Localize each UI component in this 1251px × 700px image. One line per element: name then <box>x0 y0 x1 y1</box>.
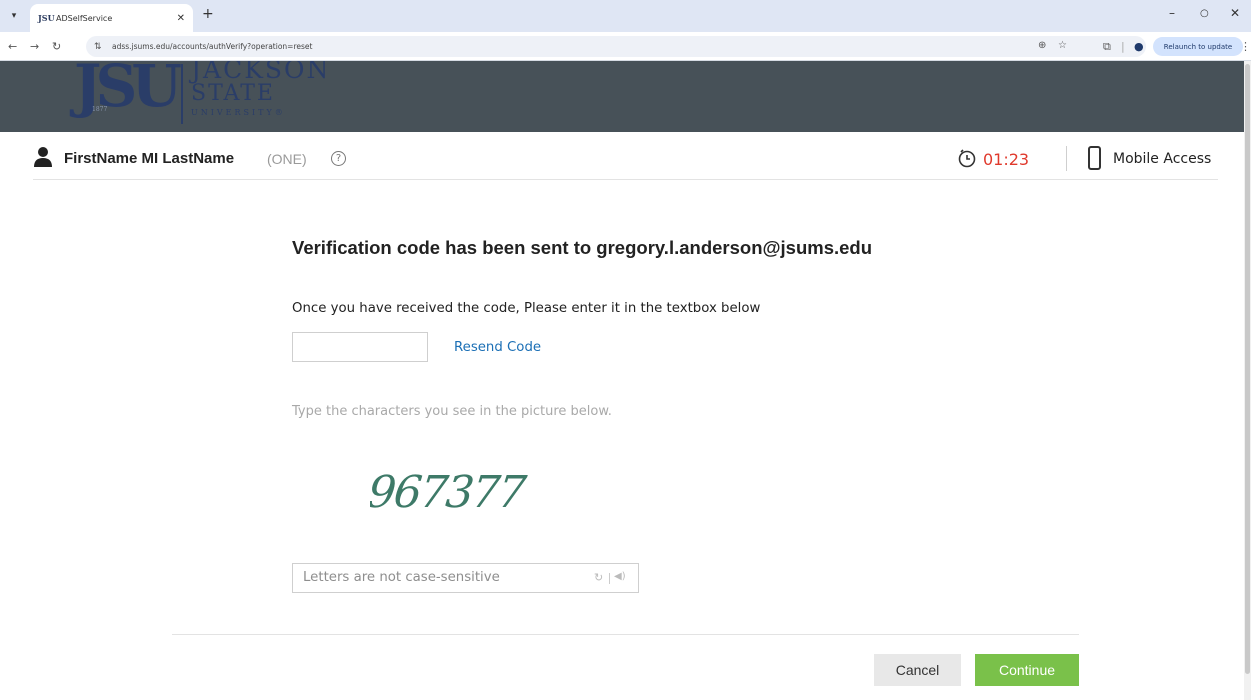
zoom-icon[interactable]: ⊕ <box>1038 40 1046 51</box>
url-field[interactable]: ⇅ adss.jsums.edu/accounts/authVerify?ope… <box>86 36 1146 57</box>
back-icon[interactable]: ← <box>8 40 17 53</box>
browser-tabbar: ▾ JSU ADSelfService ✕ + – ○ ✕ <box>0 0 1251 32</box>
session-timer: 01:23 <box>983 150 1030 169</box>
user-name: FirstName MI LastName <box>64 150 235 167</box>
timer-icon <box>958 149 976 168</box>
user-bar: FirstName MI LastName (ONE) ? 01:23 Mobi… <box>33 143 1218 180</box>
logo-year: 1877 <box>92 106 108 113</box>
site-favicon: JSU <box>38 12 55 23</box>
relaunch-button[interactable]: Relaunch to update <box>1153 37 1243 56</box>
page-title: Verification code has been sent to grego… <box>292 237 873 258</box>
site-info-icon[interactable]: ⇅ <box>94 42 108 52</box>
code-instruction: Once you have received the code, Please … <box>292 301 761 316</box>
refresh-captcha-icon[interactable]: ↻ <box>594 571 603 584</box>
captcha-input[interactable]: Letters are not case-sensitive ↻ ◀) <box>292 563 639 593</box>
captcha-icon-separator <box>609 573 610 584</box>
star-icon[interactable]: ☆ <box>1058 40 1067 51</box>
site-header: JSU 1877 JACKSON STATE UNIVERSITY® <box>0 61 1244 132</box>
minimize-icon[interactable]: – <box>1169 6 1175 20</box>
address-bar: ← → ↻ ⇅ adss.jsums.edu/accounts/authVeri… <box>0 32 1251 61</box>
logo-letters: JSU <box>74 61 182 120</box>
audio-captcha-icon[interactable]: ◀) <box>614 571 626 582</box>
reload-icon[interactable]: ↻ <box>52 40 61 53</box>
resend-code-link[interactable]: Resend Code <box>454 340 541 355</box>
mobile-access-link[interactable]: Mobile Access <box>1113 151 1211 167</box>
captcha-placeholder: Letters are not case-sensitive <box>303 570 500 585</box>
scrollbar-thumb[interactable] <box>1245 64 1250 674</box>
captcha-characters: 967377 <box>370 467 529 518</box>
logo-state: STATE <box>191 81 275 106</box>
tab-title: ADSelfService <box>56 13 113 23</box>
close-icon[interactable]: ✕ <box>177 13 185 24</box>
userbar-separator <box>1066 146 1067 171</box>
window-close-icon[interactable]: ✕ <box>1230 6 1240 20</box>
user-icon <box>34 147 52 167</box>
profile-icon[interactable]: ● <box>1134 40 1144 53</box>
footer-divider <box>172 634 1079 635</box>
captcha-instruction: Type the characters you see in the pictu… <box>292 404 612 419</box>
extensions-icon[interactable]: ⧉ <box>1103 40 1111 54</box>
forward-icon[interactable]: → <box>30 40 39 53</box>
cancel-button[interactable]: Cancel <box>874 654 961 686</box>
new-tab-icon[interactable]: + <box>202 6 214 22</box>
maximize-icon[interactable]: ○ <box>1200 8 1209 19</box>
menu-icon[interactable]: ⋮ <box>1240 40 1251 53</box>
mobile-icon[interactable] <box>1088 146 1101 170</box>
url-text[interactable]: adss.jsums.edu/accounts/authVerify?opera… <box>112 42 312 51</box>
user-domain: (ONE) <box>267 151 307 167</box>
toolbar-separator: | <box>1121 40 1125 53</box>
tab-dropdown-icon[interactable]: ▾ <box>6 8 22 24</box>
logo-university: UNIVERSITY® <box>191 108 286 117</box>
browser-tab[interactable]: JSU ADSelfService ✕ <box>30 4 193 32</box>
continue-button[interactable]: Continue <box>975 654 1079 686</box>
help-icon[interactable]: ? <box>331 151 346 166</box>
verification-code-input[interactable] <box>292 332 428 362</box>
captcha-image: 967377 <box>370 467 529 518</box>
logo-divider <box>181 64 183 124</box>
